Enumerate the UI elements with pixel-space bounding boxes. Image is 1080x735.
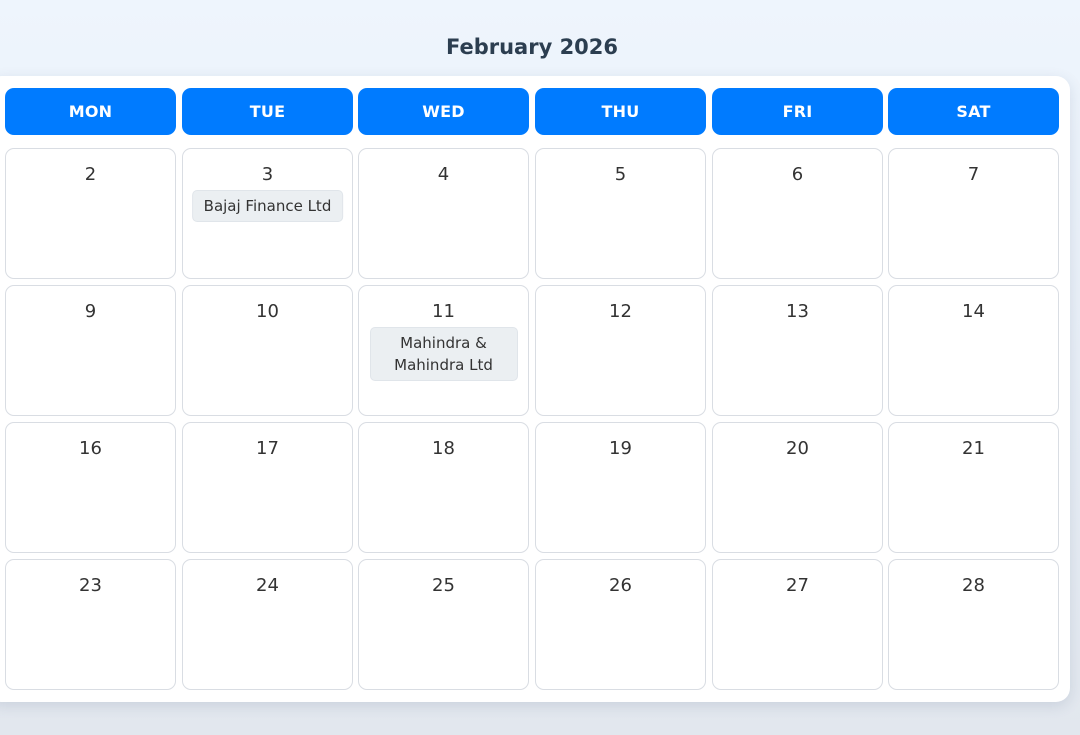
month-title: February 2026 <box>445 35 619 59</box>
day-number: 7 <box>967 164 980 185</box>
day-cell-11[interactable]: 11 Mahindra & Mahindra Ltd <box>358 285 529 416</box>
weekday-header-thu: THU <box>535 88 706 135</box>
day-number: 9 <box>84 301 97 322</box>
day-number: 10 <box>256 301 279 322</box>
day-number: 18 <box>432 438 455 459</box>
day-cell-25[interactable]: 25 <box>358 559 529 690</box>
day-number: 5 <box>614 164 627 185</box>
event-chip-bajaj-finance[interactable]: Bajaj Finance Ltd <box>191 190 344 222</box>
event-chip-mahindra[interactable]: Mahindra & Mahindra Ltd <box>369 327 518 381</box>
day-number: 6 <box>791 164 804 185</box>
day-cell-18[interactable]: 18 <box>358 422 529 553</box>
day-cell-7[interactable]: 7 <box>888 148 1059 279</box>
day-number: 13 <box>786 301 809 322</box>
day-cell-6[interactable]: 6 <box>712 148 883 279</box>
day-cell-17[interactable]: 17 <box>182 422 353 553</box>
day-number: 14 <box>962 301 985 322</box>
day-number: 17 <box>256 438 279 459</box>
day-number: 27 <box>786 575 809 596</box>
day-cell-4[interactable]: 4 <box>358 148 529 279</box>
day-cell-5[interactable]: 5 <box>535 148 706 279</box>
weekday-header-wed: WED <box>358 88 529 135</box>
day-number: 3 <box>261 164 274 185</box>
day-number: 20 <box>786 438 809 459</box>
day-cell-2[interactable]: 2 <box>5 148 176 279</box>
day-number: 21 <box>962 438 985 459</box>
day-number: 23 <box>79 575 102 596</box>
day-number: 16 <box>79 438 102 459</box>
day-number: 19 <box>609 438 632 459</box>
day-cell-19[interactable]: 19 <box>535 422 706 553</box>
weekday-header-mon: MON <box>5 88 176 135</box>
day-cell-16[interactable]: 16 <box>5 422 176 553</box>
day-number: 12 <box>609 301 632 322</box>
day-cell-23[interactable]: 23 <box>5 559 176 690</box>
weekday-header-sat: SAT <box>888 88 1059 135</box>
day-cell-21[interactable]: 21 <box>888 422 1059 553</box>
day-number: 26 <box>609 575 632 596</box>
weekday-header-tue: TUE <box>182 88 353 135</box>
day-cell-10[interactable]: 10 <box>182 285 353 416</box>
day-cell-20[interactable]: 20 <box>712 422 883 553</box>
day-cell-26[interactable]: 26 <box>535 559 706 690</box>
day-number: 25 <box>432 575 455 596</box>
day-cell-14[interactable]: 14 <box>888 285 1059 416</box>
day-cell-28[interactable]: 28 <box>888 559 1059 690</box>
day-number: 11 <box>432 301 455 322</box>
day-cell-27[interactable]: 27 <box>712 559 883 690</box>
day-number: 4 <box>437 164 450 185</box>
day-cell-12[interactable]: 12 <box>535 285 706 416</box>
day-cell-9[interactable]: 9 <box>5 285 176 416</box>
day-number: 24 <box>256 575 279 596</box>
day-cell-24[interactable]: 24 <box>182 559 353 690</box>
day-cell-13[interactable]: 13 <box>712 285 883 416</box>
day-number: 28 <box>962 575 985 596</box>
weekday-header-fri: FRI <box>712 88 883 135</box>
day-cell-3[interactable]: 3 Bajaj Finance Ltd <box>182 148 353 279</box>
day-number: 2 <box>84 164 97 185</box>
